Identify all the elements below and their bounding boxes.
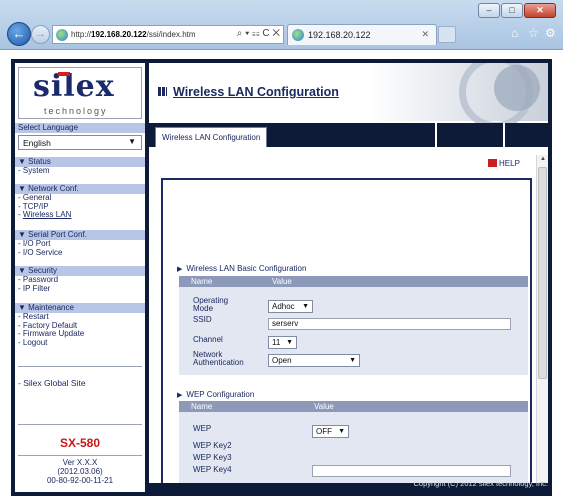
favorites-star-icon[interactable]: ☆ — [528, 26, 539, 40]
basic-table-body: Operating Mode Adhoc ▼ SSID serserv Channe… — [179, 287, 528, 375]
menu-group-security: ▼ Security - Password - IP Filter — [15, 266, 145, 293]
tab-separator — [503, 123, 505, 147]
forward-button[interactable]: → — [31, 25, 50, 44]
chevron-down-icon: ▼ — [302, 303, 309, 310]
help-icon — [488, 159, 497, 167]
silex-logo[interactable]: silex technology — [18, 67, 142, 119]
logo-text: silex — [33, 69, 115, 104]
wep-key3-label: WEP Key3 — [193, 453, 232, 462]
menu-item-logout[interactable]: - Logout — [15, 338, 145, 348]
operating-mode-select[interactable]: Adhoc ▼ — [268, 300, 313, 313]
wep-key2-label: WEP Key2 — [193, 441, 232, 450]
tab-wireless-lan-configuration[interactable]: Wireless LAN Configuration — [155, 127, 268, 147]
scroll-thumb[interactable] — [538, 167, 547, 379]
help-link[interactable]: HELP — [488, 159, 520, 168]
page-icon — [56, 29, 68, 41]
menu-group-status: ▼ Status - System — [15, 157, 145, 176]
home-icon[interactable]: ⌂ — [511, 26, 518, 40]
wep-select[interactable]: OFF ▼ — [312, 425, 349, 438]
tab-strip: Wireless LAN Configuration — [149, 123, 548, 147]
chevron-down-icon: ▼ — [286, 339, 293, 346]
menu-item-io-service[interactable]: - I/O Service — [15, 248, 145, 258]
new-tab-button[interactable] — [438, 26, 456, 43]
browser-chrome: – □ ✕ ← → http://192.168.20.122/ssi/inde… — [0, 0, 563, 50]
model-name: SX-580 — [59, 436, 101, 450]
menu-item-wireless-lan[interactable]: - Wireless LAN — [15, 210, 145, 220]
operating-mode-label: Operating Mode — [193, 296, 229, 313]
scroll-up-icon[interactable]: ▲ — [540, 156, 546, 162]
version-date: (2012.03.06) — [57, 467, 103, 476]
close-window-button[interactable]: ✕ — [524, 3, 556, 18]
chevron-down-icon: ▼ — [128, 137, 136, 146]
channel-label: Channel — [193, 335, 223, 344]
ssid-input[interactable]: serserv — [268, 318, 511, 330]
browser-tab[interactable]: 192.168.20.122 ✕ — [287, 24, 437, 45]
address-tools-icons[interactable]: ⌕ ▾ ☷ C ✕ — [237, 28, 280, 39]
menu-group-network: ▼ Network Conf. - General - TCP/IP - Wir… — [15, 184, 145, 220]
mac-address: 00-80-92-00-11-21 — [46, 476, 114, 485]
main-panel: Wireless LAN Configuration Wireless LAN … — [149, 63, 548, 492]
chevron-down-icon: ▼ — [349, 357, 356, 364]
page-title: Wireless LAN Configuration — [173, 85, 339, 99]
minimize-button[interactable]: – — [478, 3, 500, 18]
basic-col-value: Value — [272, 277, 292, 286]
copyright-text: Copyright (C) 2012 silex technology, Inc… — [413, 479, 548, 488]
basic-table-header: Name Value — [179, 276, 528, 287]
back-button[interactable]: ← — [7, 22, 31, 46]
language-select[interactable]: English ▼ — [18, 135, 142, 150]
basic-config-section-title: ▶ Wireless LAN Basic Configuration — [177, 264, 307, 273]
wep-label: WEP — [193, 424, 212, 433]
tab-title: 192.168.20.122 — [308, 30, 371, 40]
maximize-button[interactable]: □ — [501, 3, 523, 18]
page-banner: Wireless LAN Configuration — [149, 63, 548, 129]
chevron-down-icon: ▼ — [338, 428, 345, 435]
wep-table-header: Name Value — [179, 401, 528, 412]
gear-icon[interactable]: ⚙ — [545, 26, 556, 40]
logo-accent — [58, 72, 70, 76]
network-authentication-select[interactable]: Open ▼ — [268, 354, 360, 367]
version-info: Ver X.X.X (2012.03.06) 00-80-92-00-11-21 — [18, 455, 142, 491]
menu-item-ip-filter[interactable]: - IP Filter — [15, 284, 145, 294]
channel-select[interactable]: 11 ▼ — [268, 336, 297, 349]
basic-col-name: Name — [191, 277, 213, 286]
title-bars-icon — [158, 87, 167, 96]
wep-col-value: Value — [314, 402, 334, 411]
divider — [18, 424, 142, 425]
address-url[interactable]: http://192.168.20.122/ssi/index.htm — [71, 30, 196, 39]
content-scrollbar[interactable]: ▲ ▼ — [536, 155, 548, 492]
wep-key4-input[interactable] — [312, 465, 511, 477]
silex-global-site-link[interactable]: - Silex Global Site — [18, 378, 86, 388]
logo-subtitle: technology — [44, 106, 108, 116]
language-value: English — [23, 138, 51, 148]
sidebar: silex technology Select Language English… — [15, 63, 145, 492]
tab-favicon-icon — [292, 29, 304, 41]
divider — [18, 366, 142, 367]
menu-item-system[interactable]: - System — [15, 166, 145, 176]
configuration-form: ▶ Wireless LAN Basic Configuration Name V… — [161, 178, 532, 492]
menu-group-serial: ▼ Serial Port Conf. - I/O Port - I/O Ser… — [15, 230, 145, 257]
menu-group-maintenance: ▼ Maintenance - Restart - Factory Defaul… — [15, 303, 145, 347]
language-label: Select Language — [18, 123, 79, 132]
address-bar[interactable]: http://192.168.20.122/ssi/index.htm ⌕ ▾ … — [52, 25, 284, 44]
page-viewport: silex technology Select Language English… — [0, 51, 563, 504]
wep-key4-label: WEP Key4 — [193, 465, 232, 474]
version-number: Ver X.X.X — [62, 458, 98, 467]
tab-close-icon[interactable]: ✕ — [421, 29, 429, 40]
ssid-label: SSID — [193, 315, 212, 324]
network-authentication-label: Network Authentication — [193, 350, 244, 367]
banner-decoration — [494, 65, 540, 111]
wep-col-name: Name — [191, 402, 213, 411]
wep-config-section-title: ▶ WEP Configuration — [177, 390, 255, 399]
tab-separator — [435, 123, 437, 147]
page-frame: silex technology Select Language English… — [11, 59, 552, 496]
